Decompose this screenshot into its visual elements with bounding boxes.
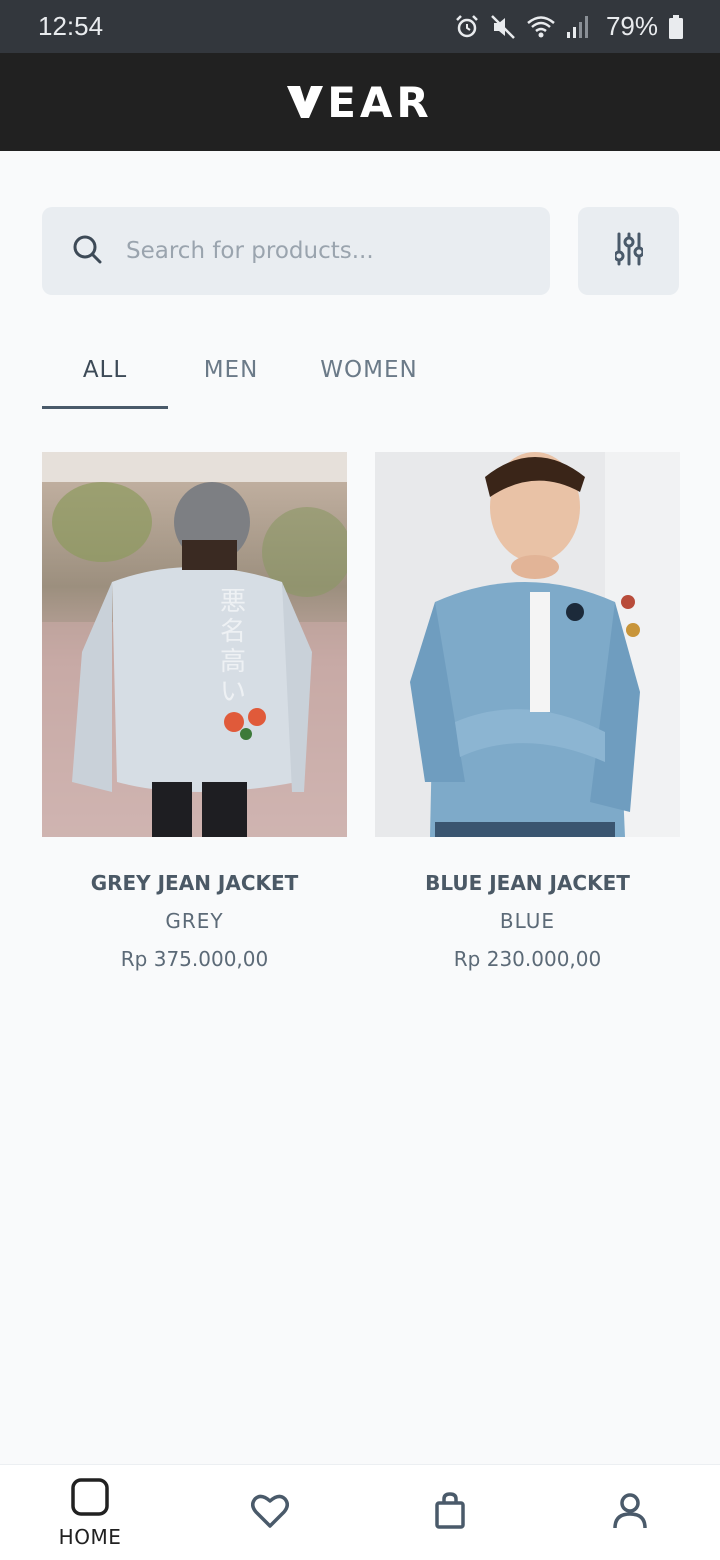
heart-icon <box>251 1493 289 1534</box>
bottom-navigation: HOME <box>0 1464 720 1560</box>
home-icon <box>71 1477 109 1521</box>
product-image[interactable]: 悪 名 高 い <box>42 452 347 837</box>
battery-icon <box>668 14 684 40</box>
nav-home[interactable]: HOME <box>0 1465 180 1560</box>
alarm-icon <box>454 14 480 40</box>
product-card[interactable]: BLUE JEAN JACKET BLUE Rp 230.000,00 <box>375 452 680 971</box>
filter-button[interactable] <box>578 207 679 295</box>
wifi-icon <box>526 14 556 40</box>
battery-text: 79% <box>605 11 658 41</box>
status-icons: 79% <box>454 11 684 42</box>
product-price: Rp 230.000,00 <box>453 947 602 971</box>
product-name: BLUE JEAN JACKET <box>425 871 630 895</box>
nav-profile[interactable] <box>540 1465 720 1560</box>
bag-icon <box>434 1491 466 1535</box>
svg-text:名: 名 <box>220 617 246 647</box>
svg-text:悪: 悪 <box>220 587 246 617</box>
product-card[interactable]: 悪 名 高 い GREY JEAN JACKET GREY Rp 375.000… <box>42 452 347 971</box>
nav-cart[interactable] <box>360 1465 540 1560</box>
logo-text: EAR <box>327 77 433 127</box>
filter-sliders-icon <box>613 232 644 271</box>
logo-v-icon <box>287 86 324 118</box>
nav-favorites[interactable] <box>180 1465 360 1560</box>
product-color: GREY <box>165 909 224 933</box>
search-icon <box>72 234 102 269</box>
tab-women[interactable]: WOMEN <box>300 330 438 410</box>
tab-men[interactable]: MEN <box>168 330 294 410</box>
app-logo[interactable]: EAR <box>287 78 433 127</box>
profile-icon <box>612 1492 648 1535</box>
search-bar[interactable] <box>42 207 550 295</box>
product-price: Rp 375.000,00 <box>120 947 269 971</box>
app-header: EAR <box>0 53 720 151</box>
status-time: 12:54 <box>38 11 104 41</box>
svg-text:い: い <box>220 677 246 707</box>
nav-home-label: HOME <box>58 1524 122 1549</box>
product-name: GREY JEAN JACKET <box>90 871 299 895</box>
signal-icon <box>566 14 590 40</box>
search-input[interactable] <box>126 238 506 264</box>
svg-text:高: 高 <box>220 647 246 677</box>
mute-icon <box>490 14 516 40</box>
tab-active-indicator <box>42 406 168 409</box>
tab-all[interactable]: ALL <box>42 330 168 410</box>
status-bar: 12:54 79% <box>0 0 720 53</box>
product-color: BLUE <box>499 909 556 933</box>
category-tabs: ALL MEN WOMEN <box>42 330 682 410</box>
product-image[interactable] <box>375 452 680 837</box>
